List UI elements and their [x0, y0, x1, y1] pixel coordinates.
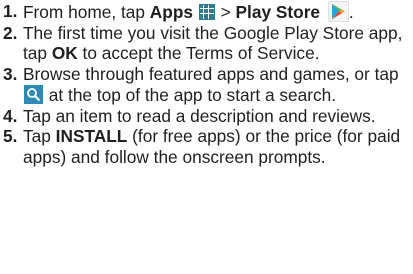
step-text-end: to accept the Terms of Service.	[77, 43, 320, 64]
step-number: 3.	[3, 64, 18, 85]
step-1: 1. From home, tap Apps > Play Store .	[3, 1, 409, 22]
step-number: 5.	[3, 126, 18, 147]
step-text: From home, tap	[23, 2, 150, 22]
ok-label: OK	[51, 43, 78, 64]
step-text: Tap an item to read a description and re…	[23, 105, 376, 126]
step-4: 4. Tap an item to read a description and…	[3, 106, 409, 126]
step-number: 4.	[3, 105, 18, 126]
step-text: Tap	[23, 126, 56, 147]
step-number: 2.	[3, 22, 18, 43]
install-label: INSTALL	[55, 126, 128, 147]
step-2: 2. The first time you visit the Google P…	[3, 23, 409, 64]
instructions-page: 1. From home, tap Apps > Play Store . 2.…	[0, 0, 413, 274]
play-store-icon	[327, 1, 349, 22]
apps-grid-icon	[198, 4, 215, 20]
steps-list: 1. From home, tap Apps > Play Store . 2.…	[3, 1, 409, 168]
step-text-end: .	[348, 2, 354, 22]
step-text: Browse through featured apps and games, …	[23, 64, 399, 85]
step-text-end: at the top of the app to start a search.	[44, 84, 337, 105]
step-3: 3. Browse through featured apps and game…	[3, 64, 409, 105]
search-icon	[24, 84, 43, 104]
apps-label: Apps	[149, 2, 193, 22]
play-store-label: Play Store	[235, 2, 321, 22]
step-5: 5. Tap INSTALL (for free apps) or the pr…	[3, 126, 409, 167]
step-number: 1.	[3, 1, 18, 21]
separator: >	[215, 2, 236, 22]
